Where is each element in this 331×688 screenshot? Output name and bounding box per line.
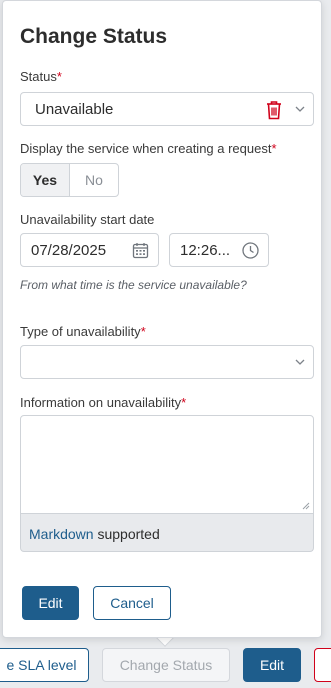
markdown-link[interactable]: Markdown [29, 526, 94, 542]
change-status-label: Change Status [119, 657, 213, 673]
sla-level-button[interactable]: e SLA level [0, 648, 89, 682]
edit-button[interactable]: Edit [22, 586, 79, 620]
stage: e SLA level Change Status Edit Change St… [0, 0, 331, 688]
type-label-row: Type of unavailability* [20, 324, 146, 339]
type-label: Type of unavailability [20, 324, 141, 339]
change-status-button[interactable]: Change Status [102, 648, 230, 682]
cancel-label: Cancel [110, 595, 154, 611]
cancel-button[interactable]: Cancel [93, 586, 171, 620]
markdown-bar: Markdown supported [20, 514, 314, 552]
status-select[interactable]: Unavailable [20, 92, 314, 126]
markdown-suffix: supported [97, 526, 160, 542]
trash-icon[interactable] [265, 100, 283, 120]
start-date-label: Unavailability start date [20, 212, 155, 227]
information-label: Information on unavailability [20, 395, 182, 410]
information-textarea[interactable] [20, 415, 314, 514]
start-date-hint: From what time is the service unavailabl… [20, 278, 247, 292]
toggle-no[interactable]: No [70, 164, 118, 196]
sla-level-label: e SLA level [6, 657, 77, 673]
edit-button-background[interactable]: Edit [243, 648, 301, 682]
time-input[interactable]: 12:26... [169, 233, 269, 267]
calendar-icon[interactable] [131, 241, 150, 260]
resize-handle-icon[interactable] [302, 502, 310, 510]
change-status-popover: Change Status Status* Unavailable Displa… [2, 0, 322, 638]
edit-label: Edit [38, 595, 63, 611]
status-label: Status [20, 69, 57, 84]
required-mark: * [271, 141, 277, 156]
chevron-down-icon[interactable] [295, 357, 305, 367]
display-service-toggle: Yes No [20, 163, 119, 197]
type-select[interactable] [20, 345, 314, 379]
partial-red-button[interactable] [314, 648, 331, 682]
dialog-title: Change Status [20, 25, 168, 48]
date-value: 07/28/2025 [31, 242, 107, 259]
required-mark: * [181, 395, 187, 410]
status-label-row: Status* [20, 69, 62, 84]
required-mark: * [56, 69, 62, 84]
display-service-label: Display the service when creating a requ… [20, 141, 272, 156]
status-value: Unavailable [35, 101, 114, 118]
chevron-down-icon[interactable] [295, 104, 305, 114]
edit-label-background: Edit [259, 657, 285, 673]
date-input[interactable]: 07/28/2025 [20, 233, 159, 267]
clock-icon[interactable] [241, 241, 260, 260]
display-service-label-row: Display the service when creating a requ… [20, 141, 277, 156]
information-label-row: Information on unavailability* [20, 395, 186, 410]
time-value: 12:26... [180, 242, 231, 259]
toggle-yes[interactable]: Yes [21, 164, 70, 196]
required-mark: * [140, 324, 146, 339]
